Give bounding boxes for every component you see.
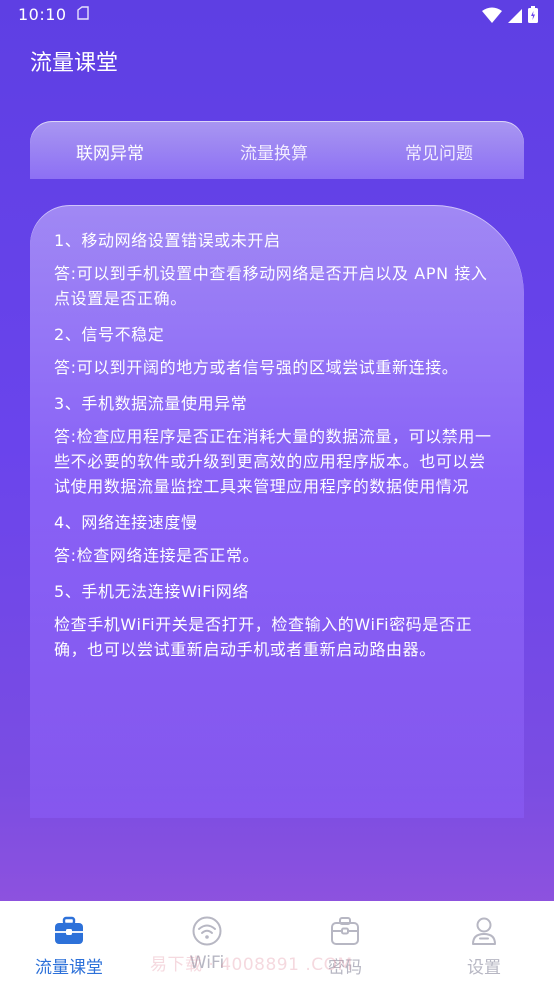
qa-item: 3、手机数据流量使用异常 答:检查应用程序是否正在消耗大量的数据流量，可以禁用一… <box>54 392 500 499</box>
nav-item-settings[interactable]: 设置 <box>434 915 534 978</box>
tab-network-error[interactable]: 联网异常 <box>76 139 144 164</box>
nav-item-wifi[interactable]: WiFi <box>157 915 257 973</box>
answer-text: 答:可以到手机设置中查看移动网络是否开启以及 APN 接入点设置是否正确。 <box>54 264 488 308</box>
answer-text: 检查手机WiFi开关是否打开，检查输入的WiFi密码是否正确，也可以尝试重新启动… <box>54 615 473 659</box>
nav-item-password[interactable]: 密码 <box>295 915 395 978</box>
status-time: 10:10 <box>18 5 67 24</box>
nav-label: 密码 <box>328 958 362 978</box>
tab-faq[interactable]: 常见问题 <box>405 139 473 164</box>
question-text: 3、手机数据流量使用异常 <box>54 394 248 413</box>
qa-item: 1、移动网络设置错误或未开启 答:可以到手机设置中查看移动网络是否开启以及 AP… <box>54 229 500 311</box>
qa-item: 4、网络连接速度慢 答:检查网络连接是否正常。 <box>54 511 500 568</box>
nav-label: 设置 <box>467 958 501 978</box>
battery-icon <box>528 6 538 23</box>
content-card: 1、移动网络设置错误或未开启 答:可以到手机设置中查看移动网络是否开启以及 AP… <box>30 205 524 818</box>
tab-traffic-conversion[interactable]: 流量换算 <box>240 139 308 164</box>
wifi-icon <box>192 916 222 946</box>
briefcase-icon <box>331 917 359 945</box>
nav-label: 流量课堂 <box>35 958 103 978</box>
page-title: 流量课堂 <box>30 51 119 76</box>
question-text: 2、信号不稳定 <box>54 325 165 344</box>
notification-icon <box>77 6 89 20</box>
user-icon <box>472 917 496 945</box>
answer-text: 答:检查应用程序是否正在消耗大量的数据流量，可以禁用一些不必要的软件或升级到更高… <box>54 427 492 496</box>
cell-signal-icon <box>508 8 522 23</box>
qa-item: 5、手机无法连接WiFi网络 检查手机WiFi开关是否打开，检查输入的WiFi密… <box>54 580 500 662</box>
toolbox-icon <box>55 916 83 944</box>
question-text: 5、手机无法连接WiFi网络 <box>54 582 249 601</box>
question-text: 1、移动网络设置错误或未开启 <box>54 231 281 250</box>
qa-list: 1、移动网络设置错误或未开启 答:可以到手机设置中查看移动网络是否开启以及 AP… <box>54 229 500 674</box>
nav-label: WiFi <box>189 953 225 973</box>
answer-text: 答:可以到开阔的地方或者信号强的区域尝试重新连接。 <box>54 358 459 377</box>
status-bar: 10:10 <box>0 0 554 32</box>
qa-item: 2、信号不稳定 答:可以到开阔的地方或者信号强的区域尝试重新连接。 <box>54 323 500 380</box>
bottom-nav: 流量课堂 WiFi 密码 设置 <box>0 901 554 984</box>
wifi-signal-icon <box>482 7 502 23</box>
question-text: 4、网络连接速度慢 <box>54 513 198 532</box>
tab-bar: 联网异常 流量换算 常见问题 <box>30 121 524 179</box>
nav-item-traffic-class[interactable]: 流量课堂 <box>19 915 119 978</box>
status-icons <box>482 6 538 23</box>
answer-text: 答:检查网络连接是否正常。 <box>54 546 260 565</box>
